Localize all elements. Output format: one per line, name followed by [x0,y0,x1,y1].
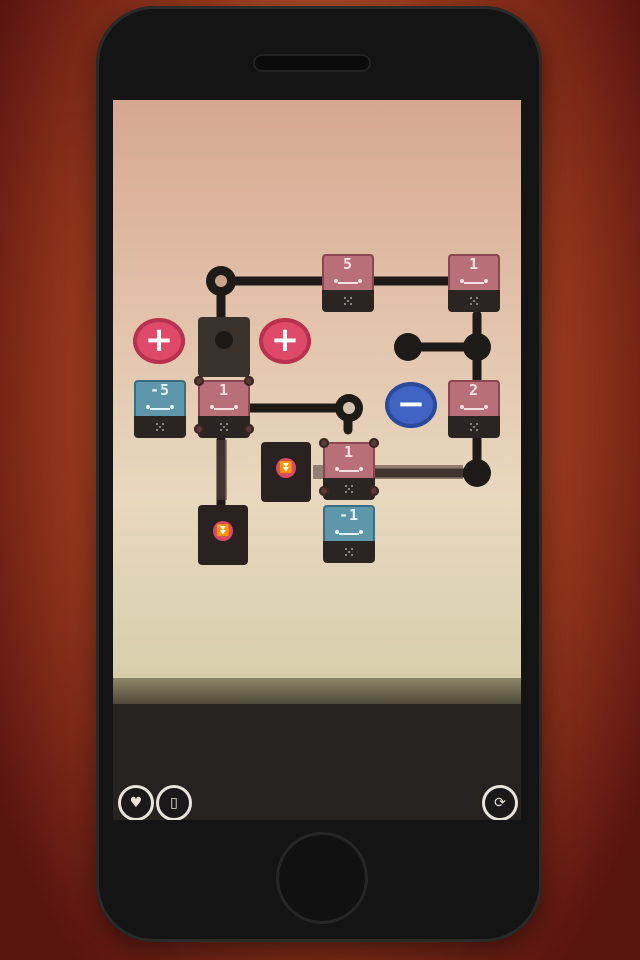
conveyor-strip [217,440,227,500]
heart-button[interactable]: ♥ [118,785,154,820]
pipe-joint [463,333,491,361]
heart-icon: ♥ [129,795,143,811]
tile-value: 1 [218,381,230,399]
plus-icon: + [270,320,300,360]
tile-value: 1 [468,255,480,273]
plus-button[interactable]: + [133,318,185,374]
number-tile[interactable]: -5 [134,380,186,438]
number-tile[interactable]: 1 [448,254,500,312]
tile-value: -1 [338,506,360,524]
number-tile[interactable]: 2 [448,380,500,438]
number-tile[interactable]: -1 [323,505,375,563]
game-screen: 5 1 -5 1 2 1 -1 + + − ⏬ ⏬ ♥ ▯ ⟳ [113,100,521,820]
minus-icon: − [396,384,426,424]
phone-speaker [253,54,371,72]
arrow-tile[interactable]: ⏬ [261,442,311,502]
number-tile[interactable]: 1 [194,376,254,438]
pipe-joint-center [343,402,355,414]
down-arrow-icon: ⏬ [276,458,296,478]
arrow-tile[interactable]: ⏬ [198,505,248,565]
pipe-joint [463,459,491,487]
number-tile[interactable]: 1 [319,438,379,500]
pipe-network [206,266,491,515]
pipe-joint [394,333,422,361]
minus-button[interactable]: − [385,382,437,438]
restart-button[interactable]: ⟳ [482,785,518,820]
device-icon: ▯ [170,795,178,811]
plus-button[interactable]: + [259,318,311,374]
tile-value: 1 [343,443,355,461]
tile-value: 5 [342,255,354,273]
home-button[interactable] [276,832,368,924]
empty-socket-block [198,317,250,377]
device-button[interactable]: ▯ [156,785,192,820]
socket-hole [215,331,233,349]
restart-icon: ⟳ [494,795,506,811]
tile-value: -5 [149,381,171,399]
tile-value: 2 [468,381,480,399]
number-tile[interactable]: 5 [322,254,374,312]
down-arrow-icon: ⏬ [213,521,233,541]
pipe-joint-center [215,275,227,287]
plus-icon: + [144,320,174,360]
